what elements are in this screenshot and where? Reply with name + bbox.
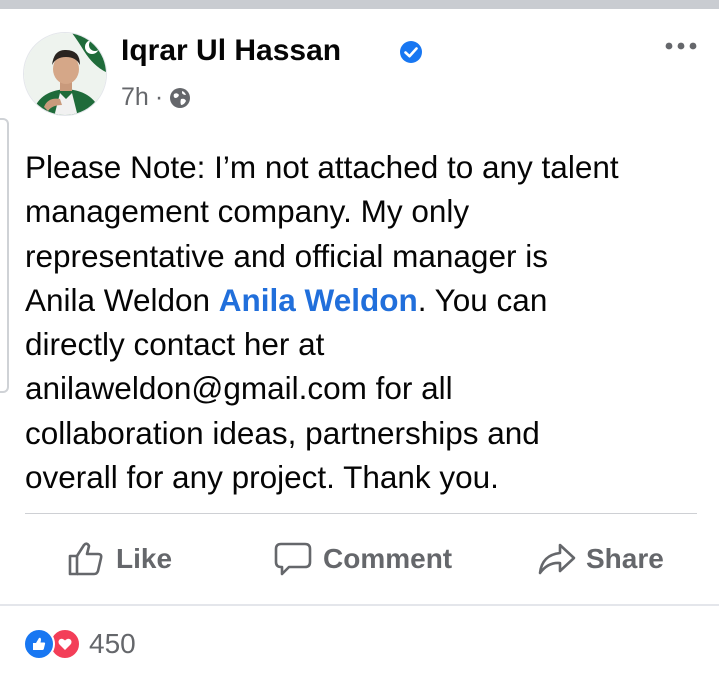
avatar-image <box>24 33 106 115</box>
verified-badge-icon <box>400 41 422 63</box>
top-separator-bar <box>0 0 719 9</box>
reaction-count: 450 <box>89 628 136 659</box>
post-header: Iqrar Ul Hassan 7h · <box>23 26 703 118</box>
post-text-line: Anila Weldon Anila Weldon. You can <box>25 278 715 322</box>
post-text-line: collaboration ideas, partnerships and <box>25 414 540 451</box>
thumbs-up-icon <box>68 542 103 576</box>
post-body: Please Note: I’m not attached to any tal… <box>25 145 715 499</box>
post-text-line: directly contact her at <box>25 326 325 363</box>
actions-divider <box>25 513 697 514</box>
post-text-line: management company. My only <box>25 193 470 230</box>
post-meta: 7h · <box>121 83 191 112</box>
post-text-segment: Anila Weldon <box>25 281 219 318</box>
meta-separator: · <box>154 83 164 111</box>
reactions-summary[interactable]: 450 <box>23 628 136 660</box>
comment-bubble-icon <box>274 542 312 576</box>
comment-button[interactable]: Comment <box>273 537 452 581</box>
share-label: Share <box>586 543 664 574</box>
like-reaction-icon <box>23 628 55 660</box>
post-text-line: anilaweldon@gmail.com for all <box>25 370 453 407</box>
globe-icon[interactable] <box>169 87 191 109</box>
comment-label: Comment <box>323 543 453 574</box>
left-edge-handle <box>0 118 9 393</box>
mention-link[interactable]: Anila Weldon <box>219 282 418 318</box>
post-text-line: overall for any project. Thank you. <box>25 459 499 496</box>
reactions-divider <box>0 604 719 606</box>
post-text-line: representative and official manager is <box>25 237 548 274</box>
post-timestamp[interactable]: 7h <box>121 83 149 112</box>
share-arrow-icon <box>538 543 576 575</box>
share-button[interactable]: Share <box>536 537 664 581</box>
post-text-line: Please Note: I’m not attached to any tal… <box>25 149 619 185</box>
post-text-segment: . You can <box>417 281 548 318</box>
more-options-icon[interactable] <box>663 36 699 56</box>
like-button[interactable]: Like <box>66 537 172 581</box>
like-label: Like <box>116 543 173 574</box>
author-name[interactable]: Iqrar Ul Hassan <box>121 34 341 68</box>
author-avatar[interactable] <box>23 32 107 116</box>
